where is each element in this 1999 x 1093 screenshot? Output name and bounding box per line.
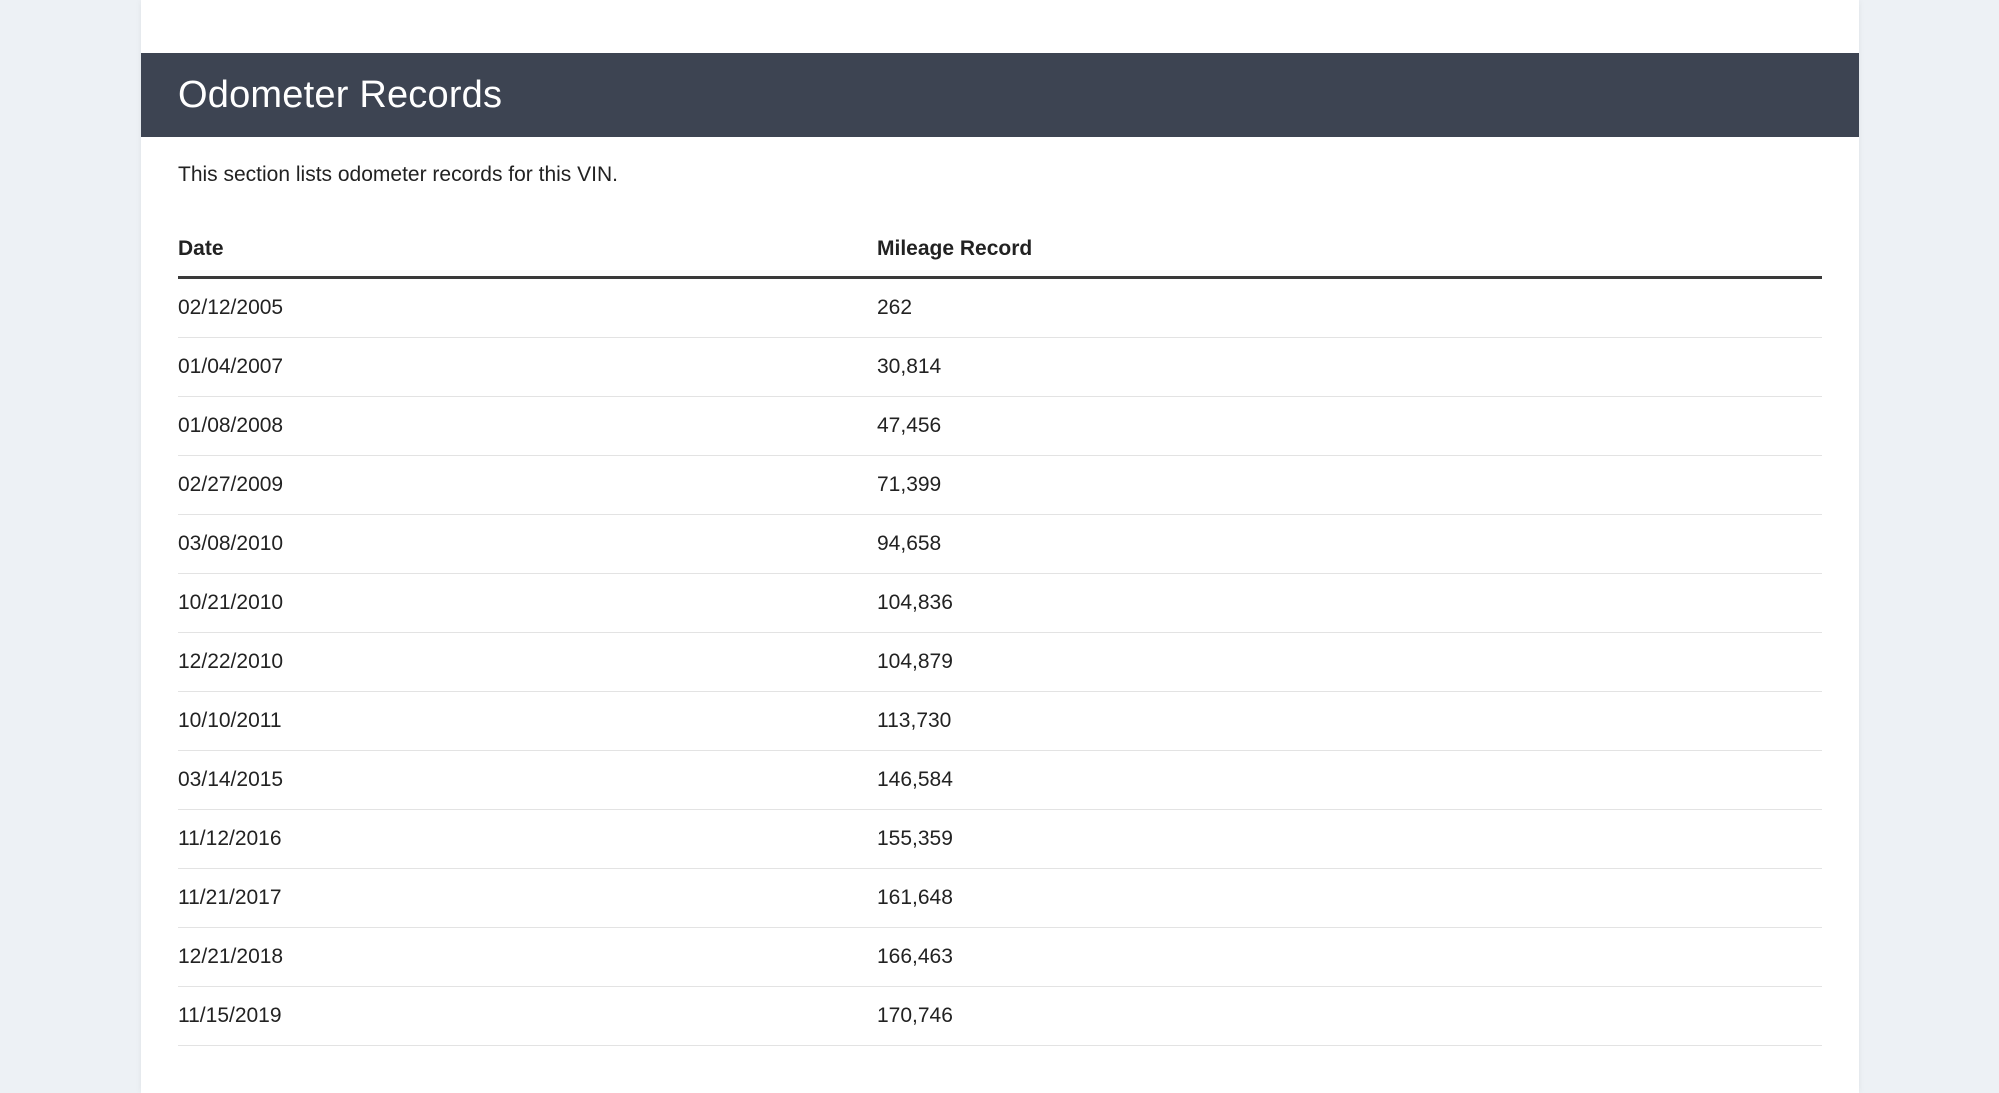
mileage-cell: 170,746 — [877, 986, 1822, 1046]
mileage-cell: 146,584 — [877, 750, 1822, 810]
table-row: 03/14/2015 146,584 — [178, 750, 1822, 810]
mileage-cell: 30,814 — [877, 337, 1822, 397]
section-header: Odometer Records — [141, 53, 1859, 137]
section-description: This section lists odometer records for … — [178, 163, 618, 186]
table-row: 02/12/2005 262 — [178, 277, 1822, 338]
table-row: 10/10/2011 113,730 — [178, 691, 1822, 751]
mileage-cell: 113,730 — [877, 691, 1822, 751]
date-cell: 02/12/2005 — [178, 277, 877, 338]
mileage-cell: 262 — [877, 277, 1822, 338]
date-cell: 01/08/2008 — [178, 396, 877, 456]
table-row: 10/21/2010 104,836 — [178, 573, 1822, 633]
date-cell: 11/12/2016 — [178, 809, 877, 869]
mileage-cell: 104,879 — [877, 632, 1822, 692]
table-header-row: Date Mileage Record — [178, 222, 1822, 279]
date-cell: 01/04/2007 — [178, 337, 877, 397]
mileage-cell: 104,836 — [877, 573, 1822, 633]
table-row: 03/08/2010 94,658 — [178, 514, 1822, 574]
table-row: 01/08/2008 47,456 — [178, 396, 1822, 456]
table-row: 12/21/2018 166,463 — [178, 927, 1822, 987]
date-cell: 11/21/2017 — [178, 868, 877, 928]
table-row: 01/04/2007 30,814 — [178, 337, 1822, 397]
odometer-records-table: Date Mileage Record 02/12/2005 262 01/04… — [178, 222, 1822, 1046]
mileage-column-header: Mileage Record — [877, 222, 1822, 279]
table-row: 02/27/2009 71,399 — [178, 455, 1822, 515]
date-cell: 10/10/2011 — [178, 691, 877, 751]
mileage-cell: 94,658 — [877, 514, 1822, 574]
section-title: Odometer Records — [178, 74, 503, 116]
table-row: 11/12/2016 155,359 — [178, 809, 1822, 869]
date-cell: 11/15/2019 — [178, 986, 877, 1046]
date-cell: 10/21/2010 — [178, 573, 877, 633]
date-cell: 12/22/2010 — [178, 632, 877, 692]
date-column-header: Date — [178, 222, 877, 279]
mileage-cell: 47,456 — [877, 396, 1822, 456]
date-cell: 12/21/2018 — [178, 927, 877, 987]
mileage-cell: 161,648 — [877, 868, 1822, 928]
odometer-records-card: Odometer Records This section lists odom… — [141, 0, 1859, 1093]
date-cell: 03/14/2015 — [178, 750, 877, 810]
table-row: 11/15/2019 170,746 — [178, 986, 1822, 1046]
mileage-cell: 166,463 — [877, 927, 1822, 987]
mileage-cell: 71,399 — [877, 455, 1822, 515]
date-cell: 02/27/2009 — [178, 455, 877, 515]
table-row: 11/21/2017 161,648 — [178, 868, 1822, 928]
table-row: 12/22/2010 104,879 — [178, 632, 1822, 692]
mileage-cell: 155,359 — [877, 809, 1822, 869]
date-cell: 03/08/2010 — [178, 514, 877, 574]
